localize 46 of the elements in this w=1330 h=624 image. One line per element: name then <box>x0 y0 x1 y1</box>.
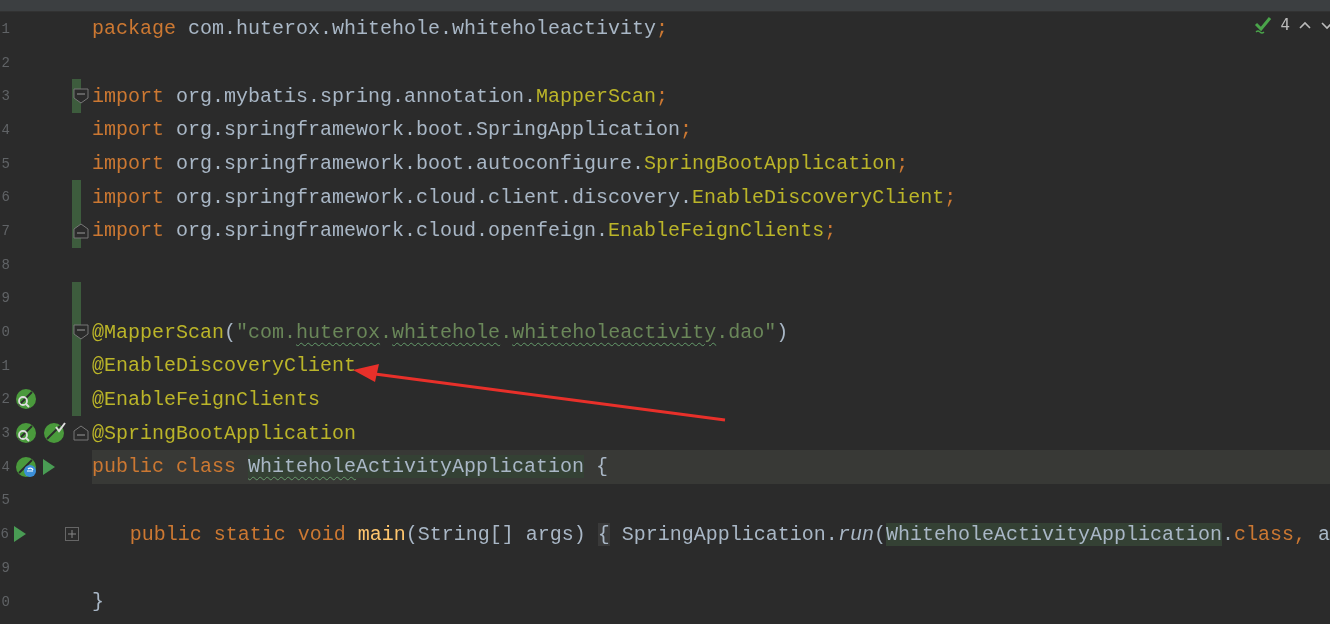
bean-web-icon[interactable] <box>14 454 38 479</box>
code-line: import org.springframework.cloud.client.discovery.EnableDiscoveryClient; <box>92 185 957 209</box>
line-number: 5 <box>0 155 11 172</box>
code-line: public class WhiteholeActivityApplication { <box>92 455 609 479</box>
line-number: 3 <box>0 88 11 105</box>
line-number: 3 <box>0 425 11 442</box>
line-number: 0 <box>0 324 11 341</box>
code-line: @SpringBootApplication <box>92 421 357 445</box>
line-number: 4 <box>0 458 11 475</box>
line-number: 4 <box>0 121 11 138</box>
line-number: 2 <box>0 391 11 408</box>
code-line: import org.mybatis.spring.annotation.MapperScan; <box>92 84 669 108</box>
bean-check-icon[interactable] <box>42 421 66 446</box>
run-icon[interactable] <box>42 457 56 476</box>
bean-search-icon[interactable] <box>14 421 38 446</box>
code-line: } <box>92 590 104 614</box>
fold-marker-icon[interactable] <box>73 222 89 239</box>
code-line: import org.springframework.boot.SpringApplication; <box>92 118 693 142</box>
fold-marker-icon[interactable] <box>73 88 89 105</box>
inspection-count: 4 <box>1280 16 1290 34</box>
line-number: 9 <box>0 290 11 307</box>
line-number: 8 <box>0 256 11 273</box>
bean-search-icon[interactable] <box>14 387 38 412</box>
fold-expand-icon[interactable] <box>65 527 79 542</box>
line-number: 1 <box>0 357 11 374</box>
chevron-up-icon[interactable] <box>1298 20 1312 30</box>
code-line: import org.springframework.boot.autoconfigure.SpringBootApplication; <box>92 152 909 176</box>
fold-marker-icon[interactable] <box>73 425 89 442</box>
check-icon[interactable] <box>1254 16 1273 34</box>
fold-marker-icon[interactable] <box>73 324 89 341</box>
line-number: 2 <box>0 54 11 71</box>
code-line: import org.springframework.cloud.openfeign.EnableFeignClients; <box>92 219 837 243</box>
line-number: 5 <box>0 492 11 509</box>
line-number: 7 <box>0 222 11 239</box>
line-number: 6 <box>0 526 10 543</box>
chevron-down-icon[interactable] <box>1320 20 1330 30</box>
code-line: @EnableFeignClients <box>92 387 321 411</box>
line-number: 0 <box>0 593 11 610</box>
line-number: 9 <box>0 559 11 576</box>
line-number: 1 <box>0 20 11 37</box>
run-icon[interactable] <box>12 525 27 544</box>
code-line: @MapperScan("com.huterox.whitehole.whiteholeactivity.dao") <box>92 320 789 344</box>
code-line: package com.huterox.whitehole.whiteholeactivity; <box>92 17 669 41</box>
code-line: public static void main(String[] args) { SpringApplication.run(WhiteholeActivityApplication.class, a <box>128 522 1330 546</box>
code-line: @EnableDiscoveryClient <box>92 354 357 378</box>
line-number: 6 <box>0 189 11 206</box>
